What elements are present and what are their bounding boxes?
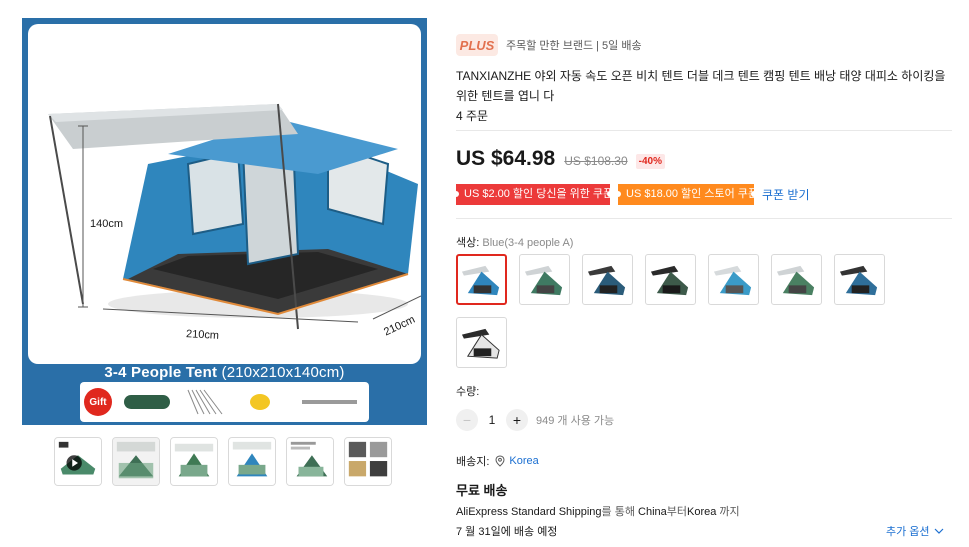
ship-to: Korea <box>687 506 717 518</box>
delivery-estimate: 7 월 31일에 배송 예정 <box>456 523 557 539</box>
caption-title: 3-4 People Tent <box>104 364 218 381</box>
more-shipping-options[interactable]: 추가 옵션 <box>886 523 944 539</box>
thumbnail-image[interactable] <box>170 437 218 486</box>
divider <box>456 130 952 131</box>
thumbnail-strip <box>54 437 392 486</box>
image-caption: 3-4 People Tent (210x210x140cm) <box>22 364 427 381</box>
increase-quantity-button[interactable]: + <box>506 409 528 431</box>
quantity-label: 수량: <box>456 386 480 398</box>
divider <box>456 218 952 219</box>
shipping-method: AliExpress Standard Shipping <box>456 506 602 518</box>
thumbnail-image[interactable] <box>286 437 334 486</box>
color-swatch-green[interactable] <box>771 254 822 305</box>
price-row: US $64.98 US $108.30 -40% <box>456 147 665 171</box>
product-title: TANXIANZHE 야외 자동 속도 오픈 비치 텐트 더블 데크 텐트 캠핑… <box>456 69 946 103</box>
width-dimension-label: 210cm <box>185 328 220 342</box>
product-info-panel: PLUS 주목할 만한 브랜드 | 5일 배송 TANXIANZHE 야외 자동… <box>453 0 956 547</box>
height-dimension-label: 140cm <box>90 218 124 230</box>
delivery-date: 7 월 31일 <box>456 526 501 538</box>
original-price: US $108.30 <box>564 154 628 168</box>
color-label: 색상: Blue(3-4 people A) <box>456 234 573 250</box>
get-coupon-link[interactable]: 쿠폰 받기 <box>762 186 810 203</box>
plus-row: PLUS 주목할 만한 브랜드 | 5일 배송 <box>456 34 642 56</box>
ship-to-row: 배송지: Korea <box>456 453 539 469</box>
location-pin-icon <box>495 455 505 467</box>
free-shipping-title: 무료 배송 <box>456 483 508 498</box>
color-swatch-dark[interactable] <box>834 254 885 305</box>
ship-from: China <box>638 506 667 518</box>
tent-illustration <box>48 103 421 330</box>
thumbnail-image[interactable] <box>228 437 276 486</box>
decrease-quantity-button[interactable]: − <box>456 409 478 431</box>
delivery-date-suffix: 에 배송 예정 <box>500 526 558 538</box>
color-label-text: 색상: <box>456 237 480 249</box>
ship-to-location[interactable]: Korea <box>509 455 538 467</box>
color-swatch-black-white[interactable] <box>456 317 507 368</box>
main-product-image[interactable]: 140cm 210cm 210cm 3-4 People Tent (210x2… <box>22 18 427 425</box>
caption-size: (210x210x140cm) <box>221 364 345 381</box>
color-swatch-green[interactable] <box>519 254 570 305</box>
chevron-down-icon <box>934 528 943 534</box>
coupon-row: US $2.00 할인 당신을 위한 쿠폰 US $18.00 할인 스토어 쿠… <box>453 184 810 205</box>
available-stock: 949 개 사용 가능 <box>536 415 615 427</box>
store-coupon[interactable]: US $18.00 할인 스토어 쿠폰 <box>615 184 758 205</box>
plus-description: 주목할 만한 브랜드 | 5일 배송 <box>506 40 642 52</box>
shipping-desc-text: 까지 <box>716 506 740 518</box>
new-user-coupon[interactable]: US $2.00 할인 당신을 위한 쿠폰 <box>453 184 613 205</box>
current-price: US $64.98 <box>456 147 556 170</box>
color-swatches <box>456 254 896 368</box>
color-swatch-blue[interactable] <box>456 254 507 305</box>
order-count: 4 주문 <box>456 109 489 123</box>
tent-photo: 140cm 210cm 210cm <box>28 24 421 364</box>
plus-badge[interactable]: PLUS <box>456 34 498 56</box>
shipping-desc-text: 를 통해 <box>601 506 639 518</box>
discount-badge: -40% <box>635 154 665 169</box>
ship-to-label: 배송지: <box>456 456 490 468</box>
thumbnail-image[interactable] <box>344 437 392 486</box>
shipping-description: AliExpress Standard Shipping를 통해 China부터… <box>456 503 740 519</box>
more-options-label[interactable]: 추가 옵션 <box>886 523 930 539</box>
color-swatch-black[interactable] <box>645 254 696 305</box>
accessories-icons <box>124 389 357 415</box>
selected-color-value: Blue(3-4 people A) <box>482 237 574 249</box>
quantity-stepper: − 1 + 949 개 사용 가능 <box>456 409 614 431</box>
thumbnail-image[interactable] <box>112 437 160 486</box>
color-swatch-dark[interactable] <box>582 254 633 305</box>
thumbnail-video[interactable] <box>54 437 102 486</box>
accessory-strip: Gift <box>80 382 369 422</box>
quantity-value[interactable]: 1 <box>478 413 506 427</box>
color-swatch-light-blue[interactable] <box>708 254 759 305</box>
shipping-desc-text: 부터 <box>666 506 688 518</box>
